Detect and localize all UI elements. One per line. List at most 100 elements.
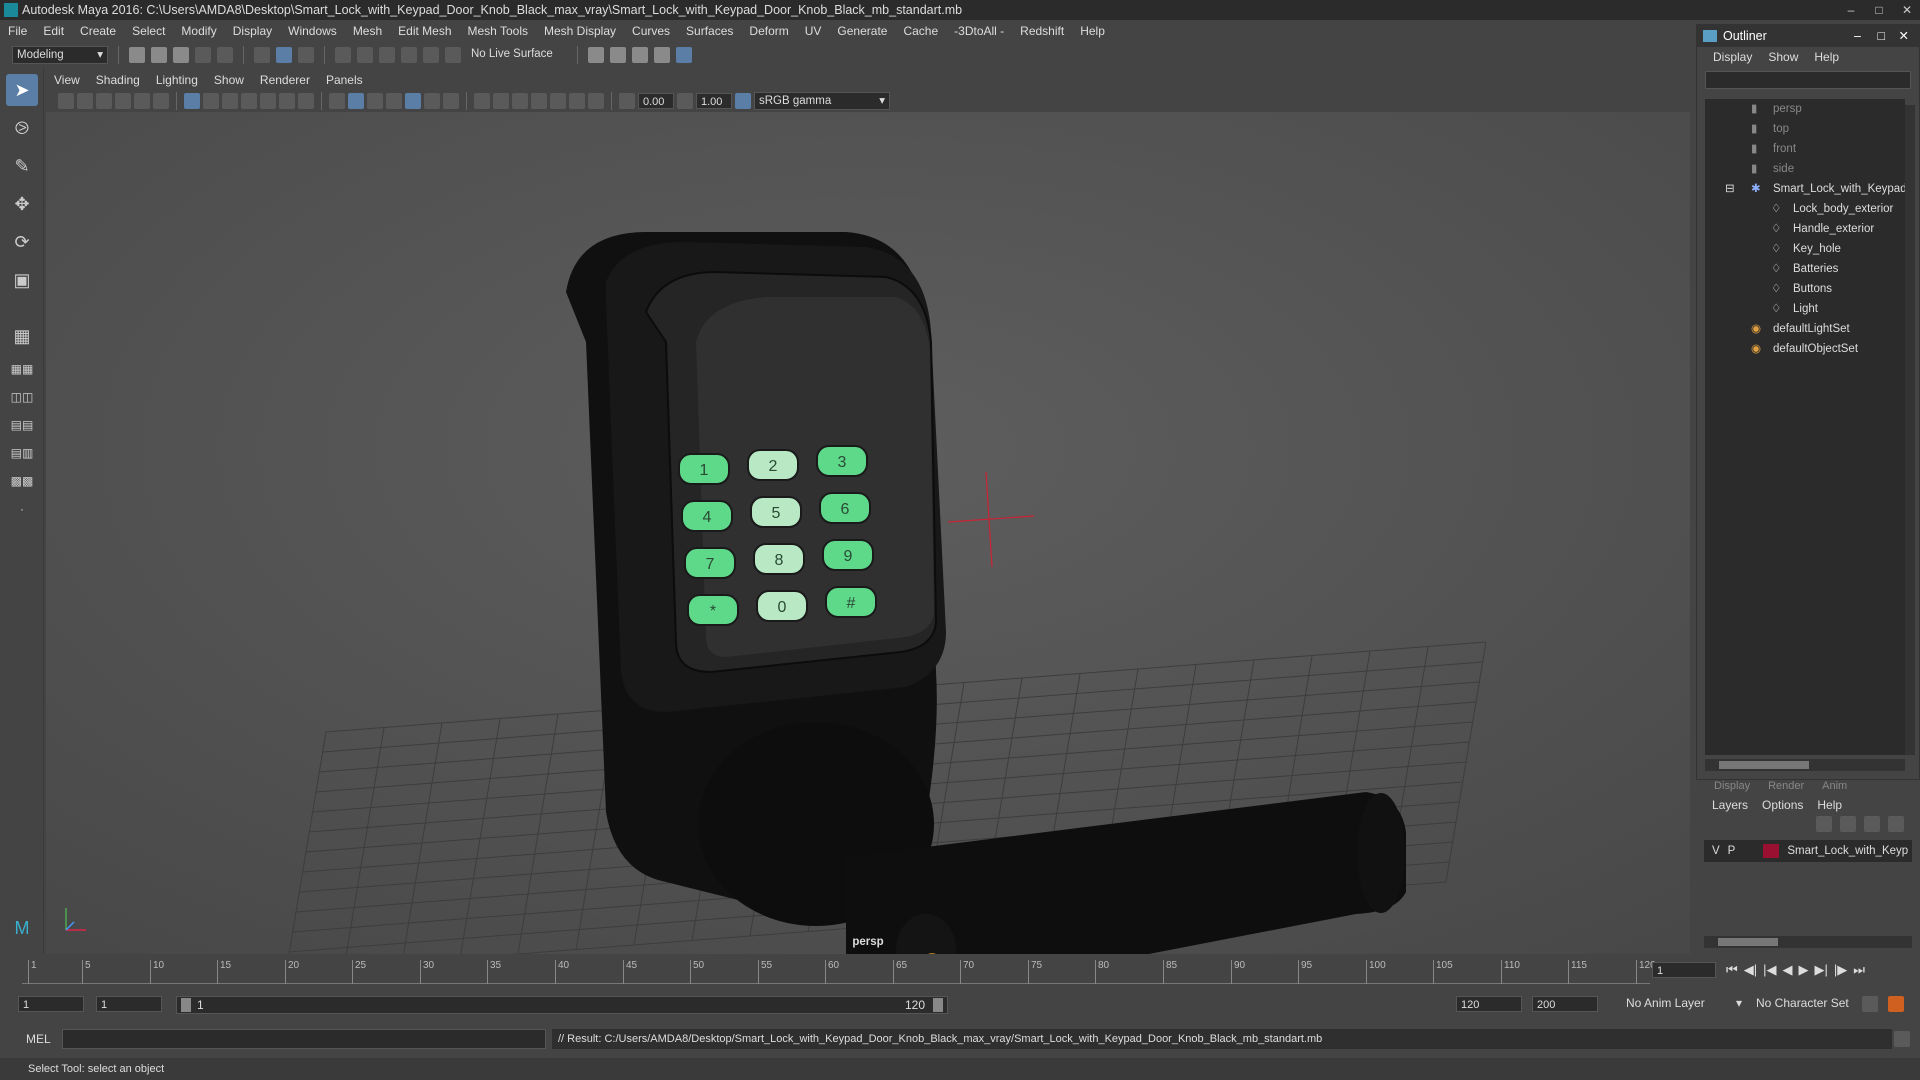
smooth-shade-icon[interactable] [348,93,364,109]
grease-pencil-icon[interactable] [153,93,169,109]
menu-file[interactable]: File [8,24,27,38]
panel-menu-show[interactable]: Show [214,73,244,87]
anti-aliasing-icon[interactable] [493,93,509,109]
gamma-field[interactable]: 1.00 [696,93,732,109]
undo-icon[interactable] [195,47,211,63]
menu-cache[interactable]: Cache [903,24,938,38]
tree-item-lock-body[interactable]: ♢ Lock_body_exterior [1705,199,1905,219]
grid-icon[interactable] [184,93,200,109]
move-tool-icon[interactable]: ✥ [6,188,38,220]
color-management-icon[interactable] [735,93,751,109]
step-back-key-icon[interactable]: ◀| [1744,962,1757,978]
play-backwards-icon[interactable]: ◀ [1782,962,1792,978]
camera-select-icon[interactable] [58,93,74,109]
quad-layout-icon[interactable]: ▦ [6,320,38,352]
move-layer-up-icon[interactable] [1816,816,1832,832]
four-view-layout-icon[interactable]: ▦▦ [6,358,38,380]
menu-select[interactable]: Select [132,24,165,38]
outliner-menu-help[interactable]: Help [1814,50,1839,64]
new-layer-icon[interactable] [1864,816,1880,832]
open-scene-icon[interactable] [151,47,167,63]
go-to-start-icon[interactable]: ⏮ [1726,962,1738,978]
select-hierarchy-icon[interactable] [254,47,270,63]
anim-start-field[interactable]: 1 [96,996,162,1012]
layer-row[interactable]: V P Smart_Lock_with_Keyp [1704,840,1912,862]
tree-item-root[interactable]: ⊟ ✱ Smart_Lock_with_Keypad_ [1705,179,1913,199]
ambient-occlusion-icon[interactable] [443,93,459,109]
panel-menu-lighting[interactable]: Lighting [156,73,198,87]
menu-generate[interactable]: Generate [837,24,887,38]
outliner-hscrollbar[interactable] [1705,759,1905,771]
tree-item-side[interactable]: ▮ side [1705,159,1905,179]
outliner-vscrollbar[interactable] [1905,105,1915,755]
outliner-menu-show[interactable]: Show [1768,50,1798,64]
animation-prefs-icon[interactable] [1888,996,1904,1012]
layer-playback-toggle[interactable]: P [1728,845,1736,857]
close-icon[interactable]: ✕ [1899,25,1909,47]
layer-menu-options[interactable]: Options [1762,798,1803,812]
two-view-layout-icon[interactable]: ◫◫ [6,386,38,408]
menu-3dtoall[interactable]: -3DtoAll - [954,24,1004,38]
gamma-icon[interactable] [677,93,693,109]
wireframe-icon[interactable] [329,93,345,109]
maximize-icon[interactable]: □ [1877,25,1885,47]
redo-icon[interactable] [217,47,233,63]
time-slider[interactable]: 1 5 10 15 20 25 30 35 40 45 50 55 60 65 70 75 80 85 90 95 10… [0,954,1690,990]
scrollbar-thumb[interactable] [1719,761,1809,769]
panel-menu-shading[interactable]: Shading [96,73,140,87]
exposure-icon[interactable] [619,93,635,109]
save-scene-icon[interactable] [173,47,189,63]
render-frame-icon[interactable] [610,47,626,63]
select-object-icon[interactable] [276,47,292,63]
paint-select-tool-icon[interactable]: ✎ [6,150,38,182]
scrollbar-thumb[interactable] [1718,938,1778,946]
select-component-icon[interactable] [298,47,314,63]
maximize-icon[interactable]: □ [1870,0,1888,20]
character-set-dropdown[interactable]: No Character Set [1756,996,1874,1010]
depth-of-field-icon[interactable] [512,93,528,109]
tree-item-key-hole[interactable]: ♢ Key_hole [1705,239,1905,259]
minimize-icon[interactable]: – [1854,25,1861,47]
use-all-lights-icon[interactable] [405,93,421,109]
snap-point-icon[interactable] [379,47,395,63]
menu-edit[interactable]: Edit [43,24,64,38]
menu-windows[interactable]: Windows [288,24,337,38]
command-input[interactable] [62,1029,546,1049]
tree-item-persp[interactable]: ▮ persp [1705,99,1905,119]
anim-end-field[interactable]: 120 [1456,996,1522,1012]
end-time-field[interactable]: 200 [1532,996,1598,1012]
isolate-select-icon[interactable] [531,93,547,109]
two-d-pan-icon[interactable] [134,93,150,109]
panel-menu-renderer[interactable]: Renderer [260,73,310,87]
tab-anim[interactable]: Anim [1822,780,1847,794]
anim-layer-dropdown[interactable]: No Anim Layer ▾ [1626,996,1742,1010]
gate-mask-icon[interactable] [241,93,257,109]
tree-item-front[interactable]: ▮ front [1705,139,1905,159]
snap-grid-icon[interactable] [335,47,351,63]
layer-menu-help[interactable]: Help [1817,798,1842,812]
resolution-gate-icon[interactable] [222,93,238,109]
safe-action-icon[interactable] [279,93,295,109]
menu-deform[interactable]: Deform [749,24,788,38]
tree-item-default-object-set[interactable]: ◉ defaultObjectSet [1705,339,1905,359]
camera-attributes-icon[interactable] [77,93,93,109]
go-to-end-icon[interactable]: ⏭ [1853,962,1865,978]
textured-icon[interactable] [386,93,402,109]
menu-modify[interactable]: Modify [181,24,216,38]
graph-layout-icon[interactable]: ▤▥ [6,442,38,464]
mode-selector[interactable]: Modeling ▾ [12,46,108,64]
panel-menu-panels[interactable]: Panels [326,73,363,87]
script-language-label[interactable]: MEL [26,1032,51,1046]
menu-mesh-tools[interactable]: Mesh Tools [468,24,528,38]
image-plane-icon[interactable] [115,93,131,109]
menu-edit-mesh[interactable]: Edit Mesh [398,24,451,38]
outliner-layout-icon[interactable]: ▤▤ [6,414,38,436]
new-scene-icon[interactable] [129,47,145,63]
range-end-handle[interactable] [933,998,943,1012]
close-icon[interactable]: ✕ [1898,0,1916,20]
bookmark-icon[interactable] [96,93,112,109]
snap-surface-icon[interactable] [423,47,439,63]
xray-icon[interactable] [550,93,566,109]
range-start-handle[interactable] [181,998,191,1012]
tree-item-handle[interactable]: ♢ Handle_exterior [1705,219,1905,239]
